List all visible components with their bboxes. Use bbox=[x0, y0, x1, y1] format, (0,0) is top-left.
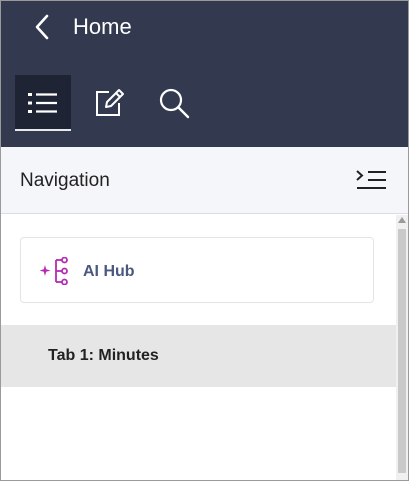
edit-button[interactable] bbox=[81, 75, 137, 131]
tab-list-item[interactable]: Tab 1: Minutes bbox=[1, 325, 396, 387]
search-button[interactable] bbox=[146, 75, 202, 131]
search-icon bbox=[159, 88, 190, 119]
navigation-content: AI Hub Tab 1: Minutes bbox=[1, 215, 396, 480]
ai-hub-card[interactable]: AI Hub bbox=[20, 237, 374, 303]
scroll-up-arrow[interactable] bbox=[398, 217, 406, 223]
navigation-title: Navigation bbox=[20, 170, 110, 191]
ai-hub-label: AI Hub bbox=[83, 263, 135, 280]
scroll-thumb[interactable] bbox=[398, 229, 406, 473]
tab-label: Tab 1: Minutes bbox=[48, 347, 159, 364]
page-title: Home bbox=[73, 14, 132, 39]
navigation-header: Navigation bbox=[1, 147, 408, 214]
vertical-scrollbar[interactable] bbox=[396, 215, 408, 480]
edit-icon bbox=[96, 89, 124, 116]
collapse-menu-icon bbox=[356, 170, 386, 189]
chevron-left-icon bbox=[35, 14, 49, 40]
back-button[interactable] bbox=[27, 11, 57, 43]
ai-hub-icon bbox=[39, 257, 68, 285]
collapse-navigation-button[interactable] bbox=[351, 165, 391, 197]
list-icon bbox=[28, 93, 57, 113]
app-header: Home bbox=[1, 1, 408, 147]
outline-button[interactable] bbox=[15, 75, 71, 131]
